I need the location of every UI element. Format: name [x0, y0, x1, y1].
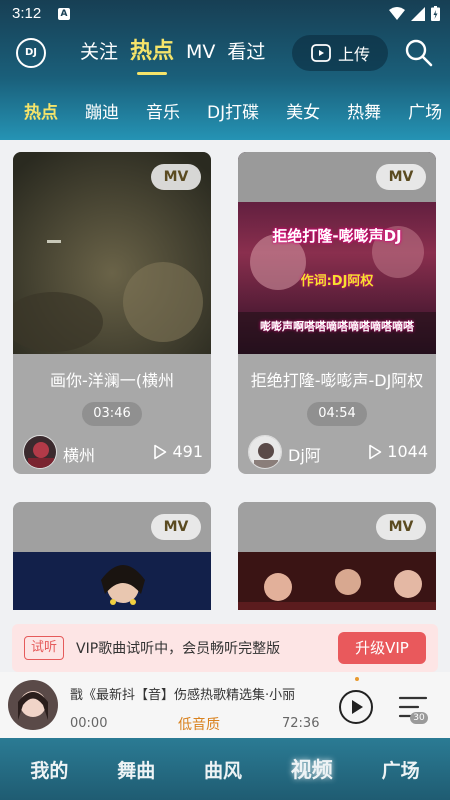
- vip-trial-message: VIP歌曲试听中，会员畅听完整版: [76, 641, 281, 657]
- bottom-nav: 我的 舞曲 曲风 视频 广场: [0, 738, 450, 800]
- system-icons: [389, 6, 440, 21]
- top-tabs: 关注 热点 MV 看过: [80, 38, 265, 75]
- notification-a-icon: A: [58, 8, 70, 20]
- play-outline-icon: [369, 444, 382, 459]
- nav-square[interactable]: 广场: [382, 756, 420, 783]
- search-icon[interactable]: [404, 38, 434, 68]
- mini-player: 戬《最新抖【音】伤感热歌精选集·小丽 00:00 低音质 72:36 30: [0, 672, 450, 738]
- trial-tag: 试听: [24, 636, 64, 660]
- top-nav: DJ 关注 热点 MV 看过 上传: [0, 32, 450, 78]
- author-name: 横州: [63, 446, 96, 465]
- author-avatar[interactable]: [23, 435, 57, 469]
- total-time: 72:36: [282, 716, 320, 731]
- video-camera-icon: [311, 44, 331, 62]
- nav-video[interactable]: 视频: [291, 754, 333, 784]
- album-cover-image: [8, 680, 58, 730]
- nav-mine[interactable]: 我的: [30, 756, 68, 783]
- video-title: 拒绝打隆-嘭嘭声-DJ阿权: [250, 371, 424, 390]
- tab-hot[interactable]: 热点: [130, 38, 174, 75]
- upload-label: 上传: [337, 45, 370, 64]
- battery-icon: [431, 6, 440, 21]
- header: 3:12 A DJ 关注 热点 MV 看过 上传 热点 蹦迪 音乐 DJ打碟 美…: [0, 0, 450, 140]
- playlist-count: 30: [410, 712, 428, 724]
- tab-mv[interactable]: MV: [186, 38, 215, 66]
- video-card[interactable]: MV: [238, 502, 436, 610]
- play-button-icon[interactable]: [338, 689, 374, 725]
- avatar-image: [24, 436, 56, 468]
- signal-icon: [411, 6, 425, 21]
- current-time: 00:00: [70, 716, 108, 731]
- song-title: 戬《最新抖【音】伤感热歌精选集·小丽: [70, 688, 296, 703]
- category-square[interactable]: 广场: [408, 98, 442, 123]
- play-count: 1044: [368, 442, 428, 461]
- video-title: 画你-洋澜一(横州: [49, 371, 175, 390]
- video-card[interactable]: 拒绝打隆-嘭嘭声DJ 作词:DJ阿权 嘭嘭声啊嗒嗒嘀嗒嘀嗒嘀嗒嘀嗒 MV 拒绝打…: [238, 152, 436, 474]
- play-count-value: 1044: [387, 442, 428, 461]
- tab-watched[interactable]: 看过: [227, 38, 265, 66]
- video-card[interactable]: MV: [13, 502, 211, 610]
- mv-badge: MV: [151, 514, 201, 540]
- thumbnail-overlay-title: 拒绝打隆-嘭嘭声DJ: [272, 227, 402, 245]
- category-tabs: 热点 蹦迪 音乐 DJ打碟 美女 热舞 广场: [0, 90, 450, 130]
- status-bar: 3:12 A: [0, 0, 450, 30]
- album-cover[interactable]: [8, 680, 58, 730]
- author-name: Dj阿: [288, 446, 321, 465]
- progress-dot: [355, 677, 359, 681]
- wifi-icon: [389, 6, 405, 20]
- category-music[interactable]: 音乐: [146, 98, 180, 123]
- play-count: 491: [153, 442, 203, 461]
- avatar-image: [249, 436, 281, 468]
- category-hot[interactable]: 热点: [24, 98, 58, 123]
- mv-badge: MV: [151, 164, 201, 190]
- mv-badge: MV: [376, 164, 426, 190]
- audio-quality[interactable]: 低音质: [178, 714, 220, 734]
- category-beauty[interactable]: 美女: [286, 98, 320, 123]
- category-dance[interactable]: 热舞: [347, 98, 381, 123]
- category-disco[interactable]: 蹦迪: [85, 98, 119, 123]
- video-duration: 03:46: [82, 402, 142, 426]
- category-dj[interactable]: DJ打碟: [207, 98, 259, 123]
- nav-dance[interactable]: 舞曲: [117, 756, 155, 783]
- tab-follow[interactable]: 关注: [80, 38, 118, 66]
- status-time: 3:12: [12, 5, 42, 22]
- thumbnail-overlay-lyrics: 嘭嘭声啊嗒嗒嘀嗒嘀嗒嘀嗒嘀嗒: [260, 320, 414, 333]
- mv-badge: MV: [376, 514, 426, 540]
- play-count-value: 491: [172, 442, 203, 461]
- vip-trial-bar: 试听 VIP歌曲试听中，会员畅听完整版 升级VIP: [12, 624, 438, 672]
- video-grid: MV 画你-洋澜一(横州 03:46 横州 491 拒绝打隆-嘭嘭声DJ 作词:…: [0, 140, 450, 610]
- upgrade-vip-button[interactable]: 升级VIP: [338, 632, 426, 664]
- thumbnail-overlay-lyricist: 作词:DJ阿权: [300, 274, 374, 289]
- nav-style[interactable]: 曲风: [204, 756, 242, 783]
- upload-button[interactable]: 上传: [292, 35, 388, 71]
- video-card[interactable]: MV 画你-洋澜一(横州 03:46 横州 491: [13, 152, 211, 474]
- video-duration: 04:54: [307, 402, 367, 426]
- play-outline-icon: [154, 444, 167, 459]
- app-logo[interactable]: DJ: [16, 38, 46, 68]
- author-avatar[interactable]: [248, 435, 282, 469]
